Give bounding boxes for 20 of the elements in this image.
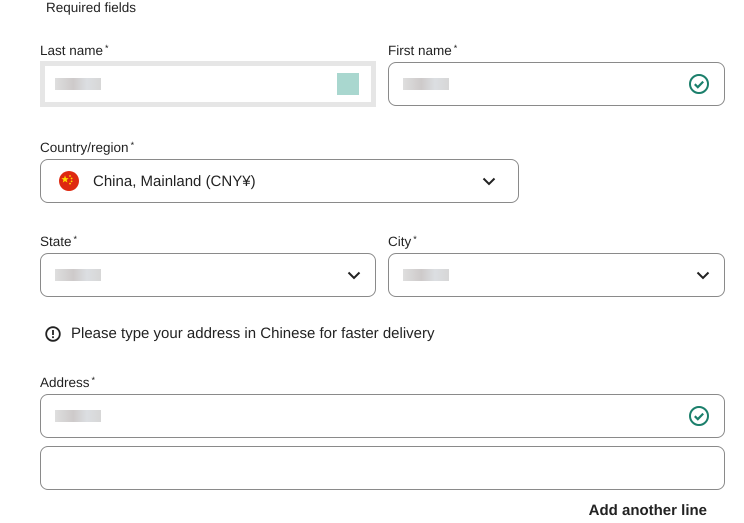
field-label: Country/region$^{*}$	[40, 139, 136, 157]
field-label: City$^{*}$	[388, 233, 418, 251]
select-field[interactable]	[388, 253, 725, 297]
alert-icon	[45, 326, 61, 342]
chevron-icon	[482, 176, 496, 186]
chevron-icon	[347, 270, 361, 280]
notice-text: Please type your address in Chinese for faster delivery	[71, 325, 435, 342]
chevron-icon	[696, 270, 710, 280]
input-field[interactable]	[40, 446, 725, 490]
country-select[interactable]: China, Mainland (CNY¥)	[40, 159, 519, 203]
flag-icon	[59, 171, 79, 191]
field-label: First name$^{*}$	[388, 42, 458, 60]
add-line-link[interactable]: Add another line	[588, 502, 707, 519]
field-label: State$^{*}$	[40, 233, 78, 251]
select-field[interactable]	[40, 253, 376, 297]
input-field[interactable]	[40, 394, 725, 438]
field-label: Last name$^{*}$	[40, 42, 110, 60]
required-note: Required fields	[46, 0, 138, 16]
input-field[interactable]	[388, 62, 725, 106]
field-label: Address$^{*}$	[40, 374, 96, 392]
